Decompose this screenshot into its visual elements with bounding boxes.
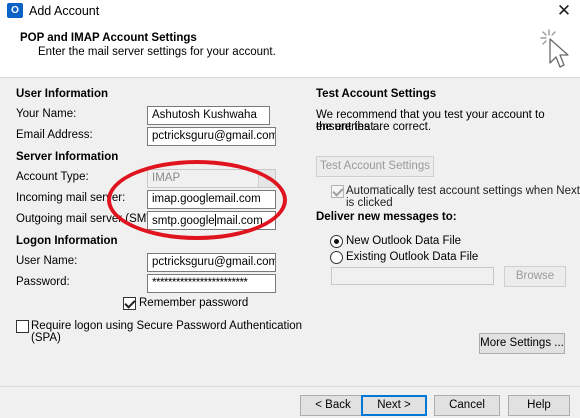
remember-password-label: Remember password <box>139 297 249 309</box>
cancel-button[interactable]: Cancel <box>434 395 500 416</box>
window-title: Add Account <box>29 4 100 18</box>
incoming-server-field[interactable]: imap.googlemail.com <box>147 190 276 209</box>
remember-password-checkbox[interactable] <box>123 297 136 310</box>
dialog-header: POP and IMAP Account Settings Enter the … <box>0 22 580 78</box>
your-name-field[interactable]: Ashutosh Kushwaha <box>147 106 270 125</box>
password-field[interactable]: ************************ <box>147 274 276 293</box>
password-label: Password: <box>16 276 70 288</box>
help-button[interactable]: Help <box>508 395 570 416</box>
next-button[interactable]: Next > <box>361 395 427 416</box>
incoming-server-label: Incoming mail server: <box>16 192 126 204</box>
user-name-label: User Name: <box>16 255 78 267</box>
outlook-icon: O <box>7 3 23 18</box>
user-info-heading: User Information <box>16 88 109 100</box>
account-type-select: IMAP <box>147 169 276 188</box>
more-settings-button[interactable]: More Settings ... <box>479 333 565 354</box>
outgoing-server-field[interactable]: smtp.google mail.com <box>147 211 276 230</box>
auto-test-label-line2: is clicked <box>346 197 393 209</box>
outgoing-text-after-caret: mail.com <box>216 215 263 227</box>
spa-checkbox[interactable] <box>16 320 29 333</box>
email-label: Email Address: <box>16 129 93 141</box>
header-title: POP and IMAP Account Settings <box>20 32 197 44</box>
data-file-path-field <box>331 267 494 285</box>
your-name-label: Your Name: <box>16 108 77 120</box>
account-type-label: Account Type: <box>16 171 89 183</box>
test-account-settings-button[interactable]: Test Account Settings ... <box>316 156 434 191</box>
browse-button[interactable]: Browse <box>504 266 566 287</box>
auto-test-label-line1: Automatically test account settings when… <box>346 185 580 197</box>
close-icon[interactable]: ✕ <box>554 1 574 21</box>
spa-label-line1: Require logon using Secure Password Auth… <box>31 320 303 332</box>
back-button[interactable]: < Back <box>300 395 366 416</box>
chevron-down-icon <box>258 170 275 187</box>
radio-new-data-file[interactable] <box>330 235 343 248</box>
bottom-divider <box>0 386 580 387</box>
existing-data-file-label: Existing Outlook Data File <box>346 251 479 263</box>
header-subtitle: Enter the mail server settings for your … <box>38 46 276 58</box>
server-info-heading: Server Information <box>16 151 119 163</box>
new-data-file-label: New Outlook Data File <box>346 235 462 247</box>
test-description-line2: the entries are correct. <box>316 121 432 133</box>
spa-label-line2: (SPA) <box>31 332 61 344</box>
user-name-field[interactable]: pctricksguru@gmail.com <box>147 253 276 272</box>
account-type-value: IMAP <box>152 172 181 184</box>
outgoing-text-before-caret: smtp.google <box>152 215 215 227</box>
title-bar: O Add Account ✕ <box>0 0 580 22</box>
logon-info-heading: Logon Information <box>16 235 118 247</box>
auto-test-checkbox[interactable] <box>331 185 344 198</box>
email-field[interactable]: pctricksguru@gmail.com <box>147 127 276 146</box>
cursor-click-icon <box>540 29 569 68</box>
test-settings-heading: Test Account Settings <box>316 88 437 100</box>
radio-existing-data-file[interactable] <box>330 251 343 264</box>
outgoing-server-label: Outgoing mail server (SMTP): <box>16 213 169 225</box>
deliver-heading: Deliver new messages to: <box>316 211 457 223</box>
